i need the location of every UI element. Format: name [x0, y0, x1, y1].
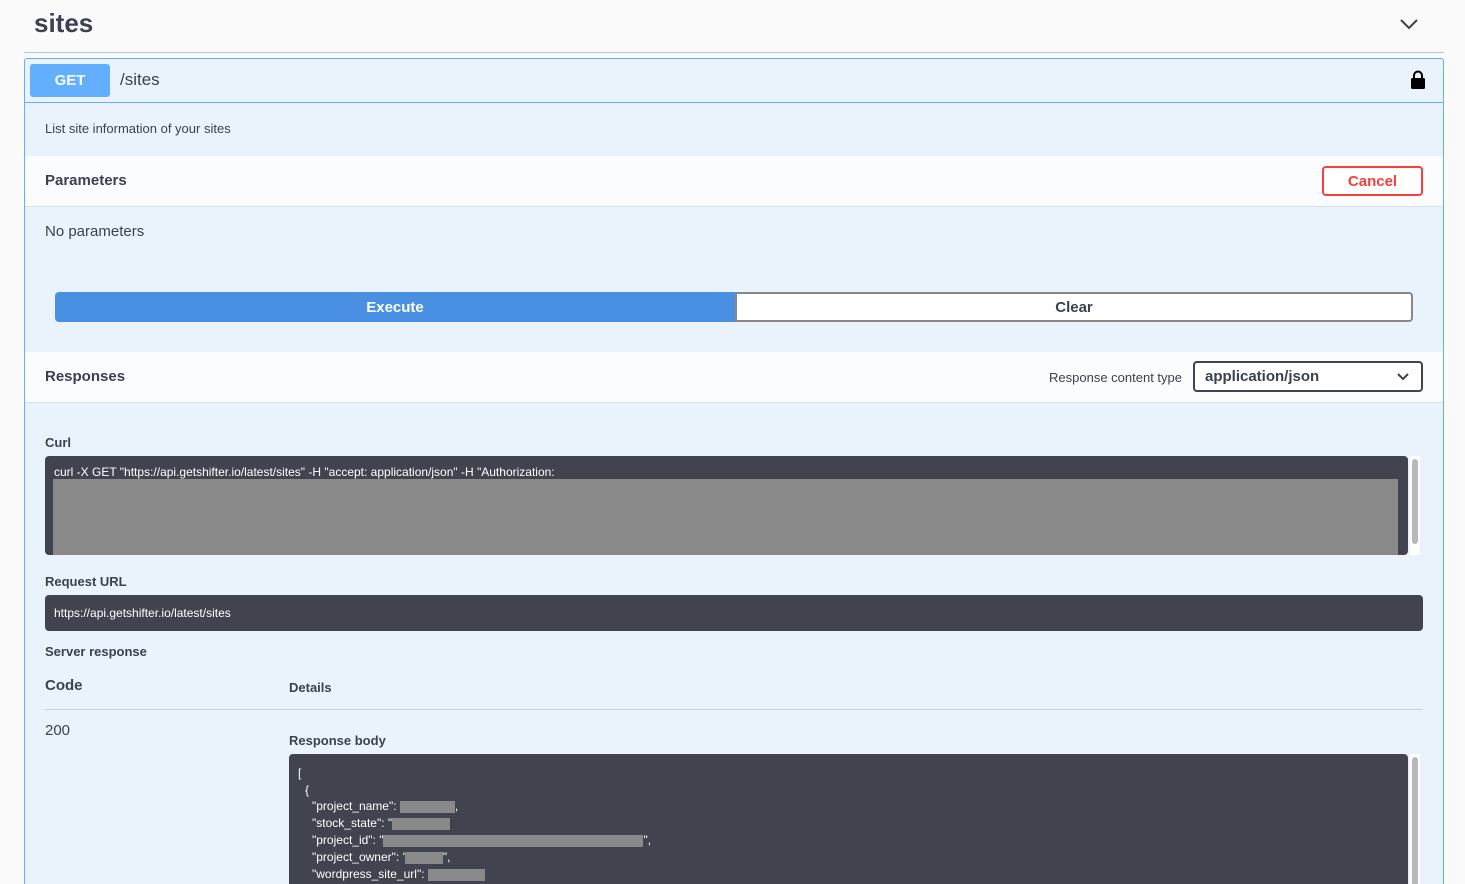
responses-header: Responses Response content type applicat…: [25, 352, 1443, 403]
response-scrollbar[interactable]: [1410, 754, 1420, 884]
redacted-value: [383, 834, 644, 847]
lock-icon[interactable]: [1410, 70, 1426, 90]
select-chevron-icon: [1397, 373, 1409, 381]
method-badge: GET: [30, 64, 110, 97]
response-content-type-value: application/json: [1205, 368, 1320, 385]
cancel-button[interactable]: Cancel: [1322, 166, 1423, 196]
no-parameters-text: No parameters: [45, 223, 145, 240]
operation-path: /sites: [120, 70, 160, 89]
json-line: "stock_state": ": [312, 816, 451, 830]
chevron-down-icon[interactable]: [1398, 13, 1420, 35]
server-response-label: Server response: [45, 644, 147, 659]
json-line: [: [298, 766, 302, 780]
parameters-header: Parameters Cancel: [25, 156, 1443, 207]
operation-block: GET /sites List site information of your…: [24, 58, 1444, 884]
execute-button[interactable]: Execute: [55, 292, 735, 322]
response-body-label: Response body: [289, 733, 386, 748]
clear-button[interactable]: Clear: [735, 292, 1413, 322]
code-column-header: Code: [45, 677, 83, 694]
request-url-box[interactable]: https://api.getshifter.io/latest/sites: [45, 595, 1423, 631]
redacted-value: [427, 868, 485, 881]
redacted-token: [53, 479, 1398, 555]
request-url-text: https://api.getshifter.io/latest/sites: [54, 606, 231, 620]
request-url-label: Request URL: [45, 574, 127, 589]
curl-command-box[interactable]: curl -X GET "https://api.getshifter.io/l…: [45, 456, 1408, 555]
parameters-title: Parameters: [45, 172, 127, 189]
details-column-header: Details: [289, 680, 332, 695]
response-content-type-label: Response content type: [1049, 370, 1182, 385]
execute-wrapper: Execute Clear: [55, 292, 1413, 323]
responses-title: Responses: [45, 368, 126, 385]
operation-summary[interactable]: GET /sites: [25, 59, 1443, 103]
curl-scrollbar[interactable]: [1410, 456, 1420, 555]
json-line: {: [305, 783, 310, 797]
section-header[interactable]: sites: [24, 0, 1444, 53]
redacted-value: [392, 817, 451, 830]
section-title: sites: [34, 8, 94, 38]
redacted-value: [399, 800, 455, 813]
curl-command-text: curl -X GET "https://api.getshifter.io/l…: [54, 465, 555, 479]
response-scrollbar-thumb[interactable]: [1412, 757, 1418, 884]
response-code: 200: [45, 722, 71, 739]
table-divider: [45, 709, 1423, 710]
curl-label: Curl: [45, 435, 71, 450]
operation-description: List site information of your sites: [45, 121, 231, 136]
response-content-type-select[interactable]: application/json: [1193, 361, 1423, 392]
json-line: "project_id": " ",: [312, 833, 652, 847]
json-line: "project_owner": ' ",: [312, 850, 451, 864]
json-line: "wordpress_site_url":: [312, 867, 485, 881]
response-body-box[interactable]: [ { "project_name": , "stock_state": " "…: [289, 754, 1408, 884]
json-line: "project_name": ,: [312, 799, 459, 813]
curl-scrollbar-thumb[interactable]: [1412, 459, 1418, 544]
redacted-value: [404, 851, 443, 864]
